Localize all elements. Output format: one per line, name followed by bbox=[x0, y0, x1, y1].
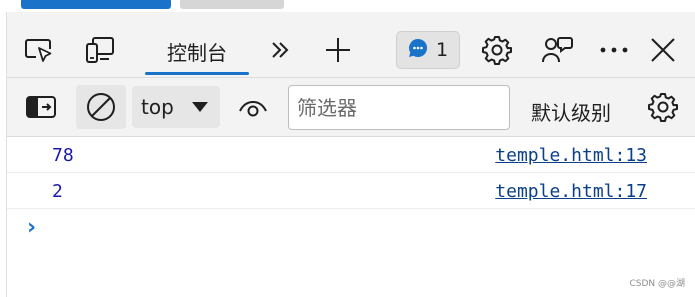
console-log: 78 temple.html:13 2 temple.html:17 › bbox=[7, 137, 695, 245]
caret-down-icon bbox=[192, 102, 208, 112]
log-source-link[interactable]: temple.html:13 bbox=[495, 145, 647, 166]
page-top-strip bbox=[0, 0, 695, 12]
issues-message-icon bbox=[408, 38, 428, 62]
log-entry: 2 temple.html:17 bbox=[7, 173, 695, 209]
feedback-icon[interactable] bbox=[540, 33, 574, 67]
log-entry: 78 temple.html:13 bbox=[7, 137, 695, 173]
page-secondary-button[interactable] bbox=[180, 0, 284, 9]
inspect-element-icon[interactable] bbox=[22, 33, 56, 67]
filter-input[interactable] bbox=[288, 85, 510, 130]
log-value: 78 bbox=[52, 145, 74, 166]
eye-icon[interactable] bbox=[231, 85, 275, 129]
issues-button[interactable]: 1 bbox=[396, 31, 460, 69]
devtools-panel: 控制台 1 top 筛选器 默认级别 78 temple.html:13 2 t… bbox=[6, 12, 695, 297]
tab-console-label: 控制台 bbox=[167, 40, 227, 65]
watermark: CSDN @@湖 bbox=[629, 279, 685, 289]
console-toolbar: top 默认级别 bbox=[7, 78, 695, 137]
context-select[interactable]: top bbox=[132, 86, 220, 128]
more-menu-icon[interactable] bbox=[597, 33, 631, 67]
console-prompt[interactable]: › bbox=[7, 209, 695, 245]
add-tab-icon[interactable] bbox=[321, 33, 355, 67]
devtools-tabbar: 控制台 1 bbox=[7, 12, 695, 78]
console-settings-gear-icon[interactable] bbox=[641, 85, 685, 129]
active-tab-indicator bbox=[145, 72, 249, 75]
log-levels-dropdown[interactable]: 默认级别 bbox=[531, 97, 611, 126]
clear-console-icon[interactable] bbox=[76, 85, 126, 129]
prompt-chevron-icon: › bbox=[27, 215, 37, 240]
gear-icon[interactable] bbox=[480, 33, 514, 67]
log-source-link[interactable]: temple.html:17 bbox=[495, 181, 647, 202]
context-select-value: top bbox=[141, 95, 174, 119]
close-icon[interactable] bbox=[646, 33, 680, 67]
log-value: 2 bbox=[52, 181, 63, 202]
device-emulation-icon[interactable] bbox=[83, 33, 117, 67]
toggle-sidebar-icon[interactable] bbox=[21, 85, 61, 129]
tab-console[interactable]: 控制台 bbox=[145, 28, 249, 74]
page-primary-button[interactable] bbox=[21, 0, 171, 9]
more-tabs-icon[interactable] bbox=[263, 33, 297, 67]
issues-count: 1 bbox=[435, 39, 449, 61]
